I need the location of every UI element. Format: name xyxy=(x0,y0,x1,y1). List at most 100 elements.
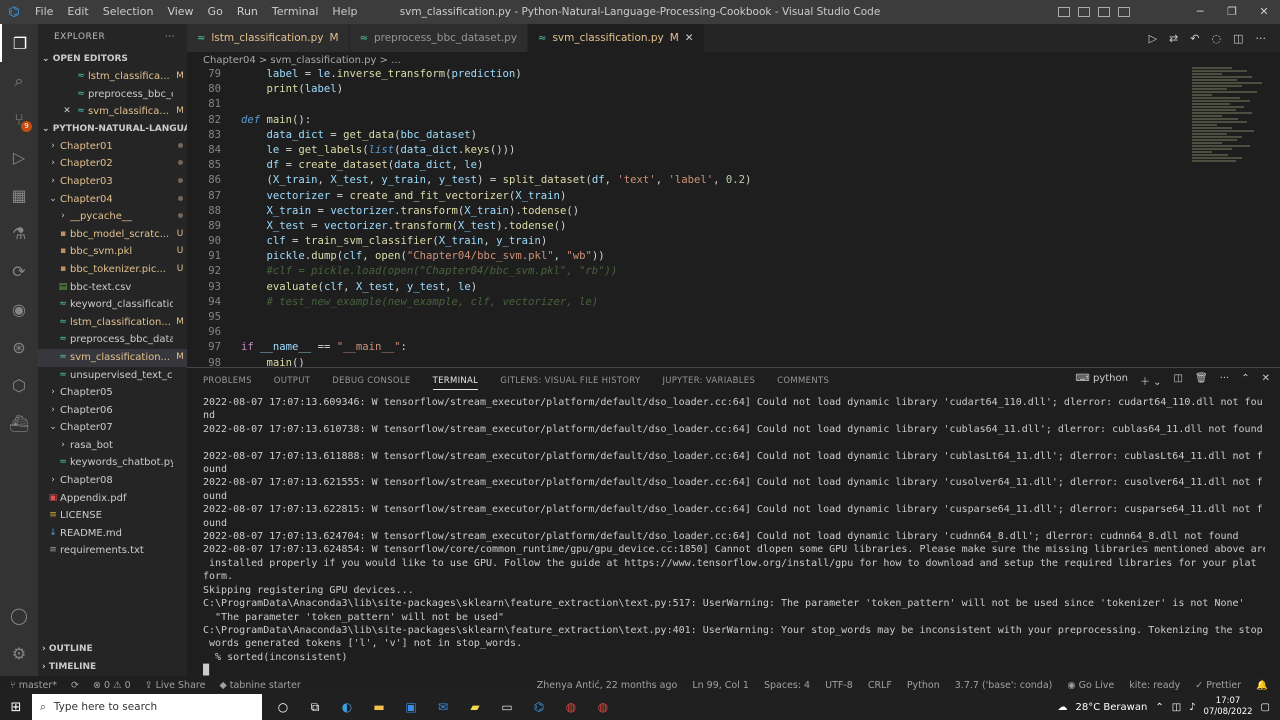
cursor-position[interactable]: Ln 99, Col 1 xyxy=(692,680,749,691)
close-icon[interactable]: ✕ xyxy=(60,103,74,121)
more-editor-actions-icon[interactable]: ··· xyxy=(1256,32,1267,45)
outline-section[interactable]: › OUTLINE xyxy=(38,641,187,658)
tree-item[interactable]: ≈unsupervised_text_clas... xyxy=(38,367,187,385)
tree-item[interactable]: ⌄ Chapter04 xyxy=(38,191,187,209)
menu-item-run[interactable]: Run xyxy=(230,0,265,24)
encoding-indicator[interactable]: UTF-8 xyxy=(825,680,853,691)
timeline-section[interactable]: › TIMELINE xyxy=(38,659,187,676)
chrome-alt-icon[interactable]: ◍ xyxy=(594,698,612,716)
open-changes-icon[interactable]: ⇄ xyxy=(1169,32,1178,45)
edge-icon[interactable]: ◐ xyxy=(338,698,356,716)
tree-item[interactable]: › Chapter06 xyxy=(38,402,187,420)
tree-item[interactable]: ≡ LICENSE xyxy=(38,507,187,525)
menu-item-view[interactable]: View xyxy=(160,0,200,24)
tree-item[interactable]: ▣ Appendix.pdf xyxy=(38,490,187,508)
source-control-icon[interactable]: ⑂ 9 xyxy=(0,100,38,138)
network-icon[interactable]: ◫ xyxy=(1172,702,1181,713)
open-editors-section[interactable]: ⌄ OPEN EDITORS xyxy=(38,51,187,68)
task-view-icon[interactable]: ⧉ xyxy=(306,698,324,716)
weather-label[interactable]: 28°C Berawan xyxy=(1076,702,1148,713)
sync-icon[interactable]: ⟳ xyxy=(71,680,79,691)
more-panel-actions-icon[interactable]: ··· xyxy=(1220,373,1230,388)
tree-item[interactable]: ≈keyword_classification... xyxy=(38,296,187,314)
jupyter-icon[interactable]: ⬡ xyxy=(0,366,38,404)
notification-center-icon[interactable]: ▢ xyxy=(1261,702,1270,713)
panel-tab-jupyter-variables[interactable]: JUPYTER: VARIABLES xyxy=(662,376,755,386)
vscode-taskbar-icon[interactable]: ⌬ xyxy=(530,698,548,716)
close-window-button[interactable]: ✕ xyxy=(1248,0,1280,24)
menu-item-edit[interactable]: Edit xyxy=(60,0,95,24)
tree-item[interactable]: › Chapter08 xyxy=(38,472,187,490)
testing-icon[interactable]: ⚗ xyxy=(0,214,38,252)
eol-indicator[interactable]: CRLF xyxy=(868,680,892,691)
open-editor-item[interactable]: ≈preprocess_bbc_da... xyxy=(38,86,187,104)
taskbar-search-box[interactable]: ⌕ Type here to search xyxy=(32,694,262,720)
code-editor[interactable]: 79 label = le.inverse_transform(predicti… xyxy=(187,67,1280,367)
windows-start-icon[interactable]: ⊞ xyxy=(0,700,32,715)
panel-tab-debug-console[interactable]: DEBUG CONSOLE xyxy=(332,376,410,386)
weather-icon[interactable]: ☁ xyxy=(1058,702,1068,713)
more-actions-icon[interactable]: ··· xyxy=(165,24,175,51)
terminal-output[interactable]: 2022-08-07 17:07:13.609346: W tensorflow… xyxy=(203,396,1265,676)
toggle-blame-icon[interactable]: ◌ xyxy=(1211,32,1221,45)
tabnine-indicator[interactable]: ◆ tabnine starter xyxy=(219,680,300,691)
tree-item[interactable]: ≡ requirements.txt xyxy=(38,542,187,560)
split-editor-icon[interactable]: ◫ xyxy=(1233,32,1243,45)
tree-item[interactable]: ▪ bbc_model_scratc... U xyxy=(38,226,187,244)
maximize-button[interactable]: ❐ xyxy=(1216,0,1248,24)
menu-item-help[interactable]: Help xyxy=(325,0,364,24)
tree-item[interactable]: ⌄ Chapter07 xyxy=(38,419,187,437)
panel-tab-terminal[interactable]: TERMINAL xyxy=(432,372,479,390)
close-tab-icon[interactable]: ✕ xyxy=(685,32,694,44)
panel-tab-gitlens-visual-file-history[interactable]: GITLENS: VISUAL FILE HISTORY xyxy=(500,376,640,386)
problems-indicator[interactable]: ⊗ 0 ⚠ 0 xyxy=(93,680,131,691)
clock[interactable]: 17:07 07/08/2022 xyxy=(1204,696,1253,718)
language-mode[interactable]: Python xyxy=(907,680,940,691)
run-debug-icon[interactable]: ▷ xyxy=(0,138,38,176)
run-python-icon[interactable]: ▷ xyxy=(1149,32,1157,45)
editor-tab[interactable]: ≈ svm_classification.py M ✕ xyxy=(528,24,705,52)
open-editor-item[interactable]: ✕ ≈ svm_classifica... M xyxy=(38,103,187,121)
editor-tab[interactable]: ≈ preprocess_bbc_dataset.py xyxy=(349,24,529,52)
live-share-button[interactable]: ⇪ Live Share xyxy=(145,680,206,691)
chrome-icon[interactable]: ◍ xyxy=(562,698,580,716)
account-icon[interactable]: ◯ xyxy=(0,596,38,634)
notifications-icon[interactable]: 🔔 xyxy=(1256,680,1268,691)
cortana-icon[interactable]: ○ xyxy=(274,698,292,716)
menu-item-terminal[interactable]: Terminal xyxy=(265,0,326,24)
sticky-notes-icon[interactable]: ▰ xyxy=(466,698,484,716)
maximize-panel-icon[interactable]: ⌃ xyxy=(1241,373,1249,388)
manage-gear-icon[interactable]: ⚙ xyxy=(0,634,38,672)
toggle-panel-icon[interactable] xyxy=(1078,7,1090,17)
tree-item[interactable]: › rasa_bot xyxy=(38,437,187,455)
panel-tab-comments[interactable]: COMMENTS xyxy=(777,376,829,386)
indentation-indicator[interactable]: Spaces: 4 xyxy=(764,680,810,691)
tree-item[interactable]: ≈preprocess_bbc_datase... xyxy=(38,331,187,349)
store-icon[interactable]: ▣ xyxy=(402,698,420,716)
go-back-icon[interactable]: ↶ xyxy=(1190,32,1199,45)
project-section[interactable]: ⌄ PYTHON-NATURAL-LANGUA... xyxy=(38,121,187,138)
kill-terminal-icon[interactable]: 🗑 xyxy=(1195,373,1208,388)
tree-item[interactable]: › Chapter02 xyxy=(38,155,187,173)
panel-tab-output[interactable]: OUTPUT xyxy=(274,376,310,386)
minimize-button[interactable]: ─ xyxy=(1184,0,1216,24)
terminal-shell-icon[interactable]: ⌨ python xyxy=(1075,373,1128,388)
file-explorer-icon[interactable]: ▬ xyxy=(370,698,388,716)
tree-item[interactable]: ▪ bbc_tokenizer.pic... U xyxy=(38,261,187,279)
tree-item[interactable]: ▤ bbc-text.csv xyxy=(38,279,187,297)
docker-icon[interactable]: ⛴ xyxy=(0,404,38,442)
tree-item[interactable]: › Chapter01 xyxy=(38,138,187,156)
explorer-icon[interactable]: ❐ xyxy=(0,24,38,62)
tree-item[interactable]: ≈ keywords_chatbot.py xyxy=(38,454,187,472)
mail-icon[interactable]: ✉ xyxy=(434,698,452,716)
remote-explorer-icon[interactable]: ⟳ xyxy=(0,252,38,290)
new-terminal-icon[interactable]: ＋ ⌄ xyxy=(1140,373,1162,388)
tree-item[interactable]: ≈ svm_classification... M xyxy=(38,348,187,367)
interpreter-indicator[interactable]: 3.7.7 ('base': conda) xyxy=(955,680,1053,691)
split-terminal-icon[interactable]: ◫ xyxy=(1174,373,1183,388)
tray-chevron-icon[interactable]: ⌃ xyxy=(1155,702,1163,713)
tree-item[interactable]: › Chapter03 xyxy=(38,173,187,191)
git-blame-indicator[interactable]: Zhenya Antić, 22 months ago xyxy=(537,680,678,691)
extensions-icon[interactable]: ▦ xyxy=(0,176,38,214)
toggle-secondary-sidebar-icon[interactable] xyxy=(1098,7,1110,17)
